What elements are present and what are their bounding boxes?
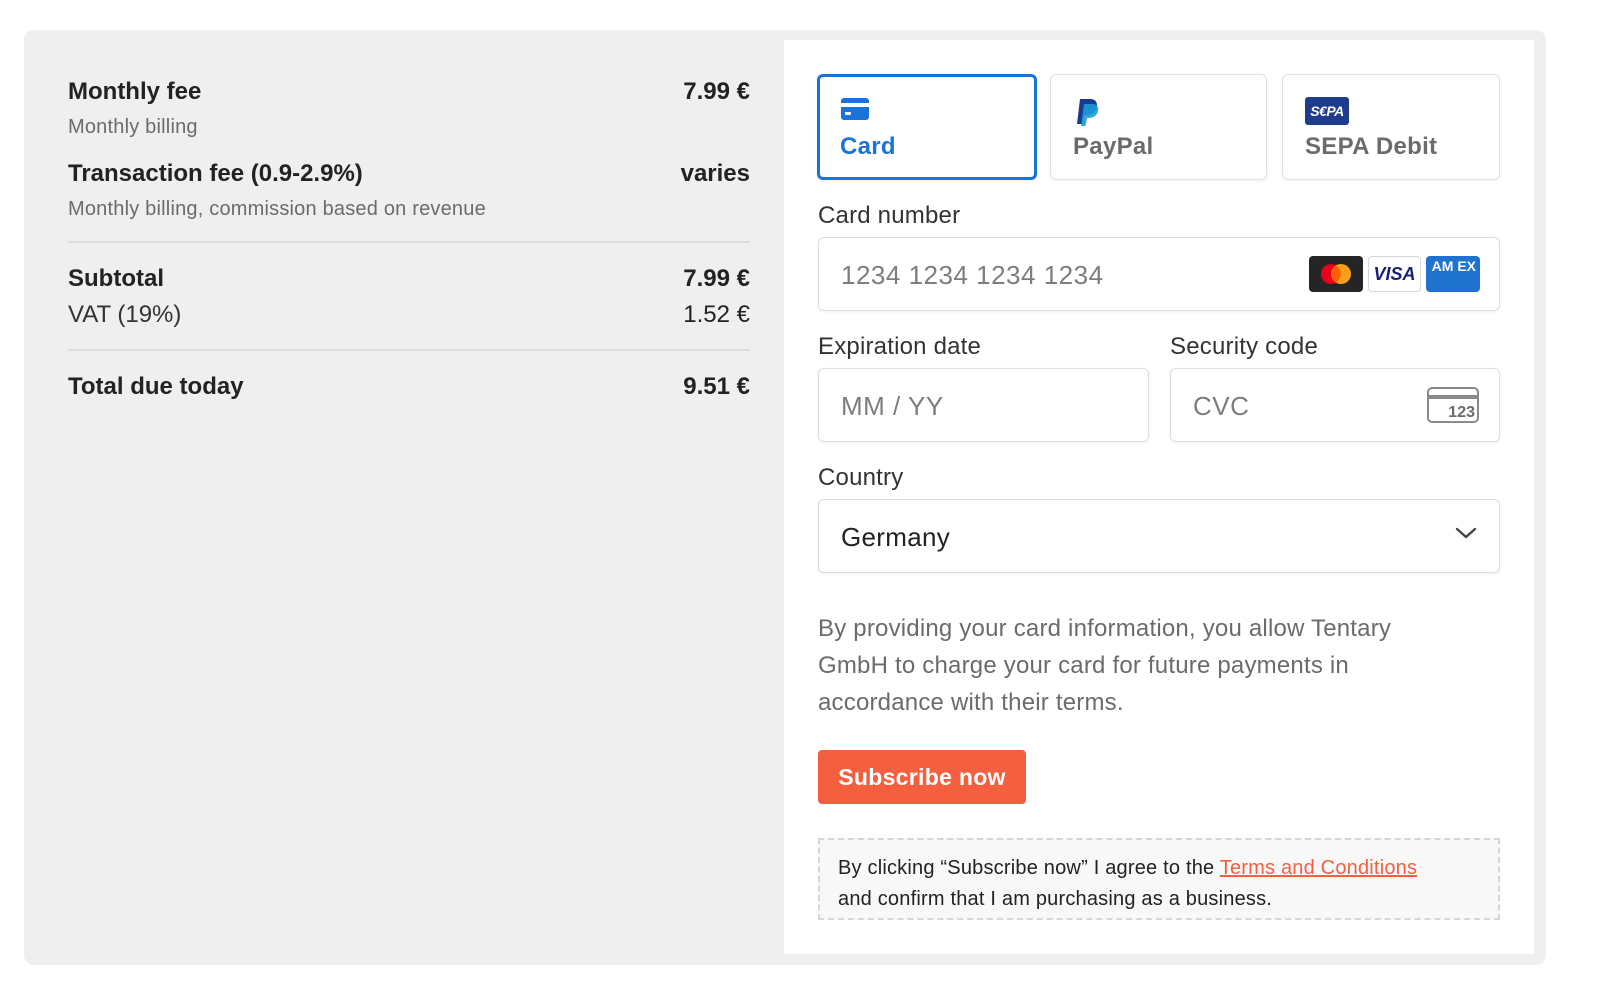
expiration-label: Expiration date xyxy=(818,333,982,360)
tab-card[interactable]: Card xyxy=(817,74,1037,180)
expiration-field[interactable]: MM / YY xyxy=(818,368,1149,442)
payment-panel: Card PayPal S€PA SEPA Debit Card number … xyxy=(784,40,1534,954)
subscribe-button[interactable]: Subscribe now xyxy=(818,750,1026,804)
terms-link[interactable]: Terms and Conditions xyxy=(1220,857,1417,879)
vat-row: VAT (19%) 1.52 € xyxy=(68,301,750,329)
country-label: Country xyxy=(818,464,904,491)
transaction-fee-amount: varies xyxy=(680,160,750,187)
card-number-placeholder: 1234 1234 1234 1234 xyxy=(841,260,1104,290)
vat-amount: 1.52 € xyxy=(683,301,750,328)
checkout-container: Monthly fee Monthly billing 7.99 € Trans… xyxy=(24,30,1546,965)
sepa-icon: S€PA xyxy=(1305,97,1349,125)
credit-card-icon xyxy=(840,97,870,126)
country-value: Germany xyxy=(841,522,951,552)
subtotal-amount: 7.99 € xyxy=(683,265,750,292)
amex-icon: AM EX xyxy=(1426,256,1480,292)
tab-sepa[interactable]: S€PA SEPA Debit xyxy=(1282,74,1500,180)
card-number-label: Card number xyxy=(818,202,961,229)
authorization-text: By providing your card information, you … xyxy=(818,615,1392,716)
total-label: Total due today xyxy=(68,373,244,400)
vat-label: VAT (19%) xyxy=(68,301,182,328)
terms-suffix: and confirm that I am purchasing as a bu… xyxy=(838,888,1273,910)
cvc-placeholder: CVC xyxy=(1193,391,1250,421)
paypal-icon xyxy=(1073,97,1101,132)
total-row: Total due today 9.51 € xyxy=(68,373,750,401)
cvc-digits: 123 xyxy=(1448,404,1475,421)
tab-paypal-label: PayPal xyxy=(1073,133,1154,160)
security-code-field[interactable]: CVC 123 xyxy=(1170,368,1500,442)
transaction-fee-row: Transaction fee (0.9-2.9%) Monthly billi… xyxy=(68,160,750,221)
transaction-fee-label: Transaction fee (0.9-2.9%) xyxy=(68,160,363,187)
divider xyxy=(68,241,750,243)
chevron-down-icon xyxy=(1455,526,1477,545)
divider xyxy=(68,349,750,351)
total-amount: 9.51 € xyxy=(683,373,750,400)
transaction-fee-sub: Monthly billing, commission based on rev… xyxy=(68,198,486,220)
visa-icon: VISA xyxy=(1368,256,1421,292)
monthly-fee-amount: 7.99 € xyxy=(683,78,750,105)
subtotal-label: Subtotal xyxy=(68,265,164,292)
mastercard-icon xyxy=(1309,256,1363,292)
cvc-card-icon: 123 xyxy=(1427,387,1479,423)
subtotal-row: Subtotal 7.99 € xyxy=(68,265,750,293)
card-number-field[interactable]: 1234 1234 1234 1234 VISA AM EX xyxy=(818,237,1500,311)
security-code-label: Security code xyxy=(1170,333,1319,360)
country-select[interactable]: Germany xyxy=(818,499,1500,573)
monthly-fee-row: Monthly fee Monthly billing 7.99 € xyxy=(68,78,750,139)
tab-sepa-label: SEPA Debit xyxy=(1305,133,1438,160)
terms-notice: By clicking “Subscribe now” I agree to t… xyxy=(818,838,1500,920)
monthly-fee-label: Monthly fee xyxy=(68,78,202,105)
terms-prefix: By clicking “Subscribe now” I agree to t… xyxy=(838,857,1220,879)
tab-paypal[interactable]: PayPal xyxy=(1050,74,1267,180)
tab-card-label: Card xyxy=(840,133,896,160)
monthly-fee-sub: Monthly billing xyxy=(68,116,198,138)
order-summary: Monthly fee Monthly billing 7.99 € Trans… xyxy=(68,70,750,401)
expiration-placeholder: MM / YY xyxy=(841,391,944,421)
